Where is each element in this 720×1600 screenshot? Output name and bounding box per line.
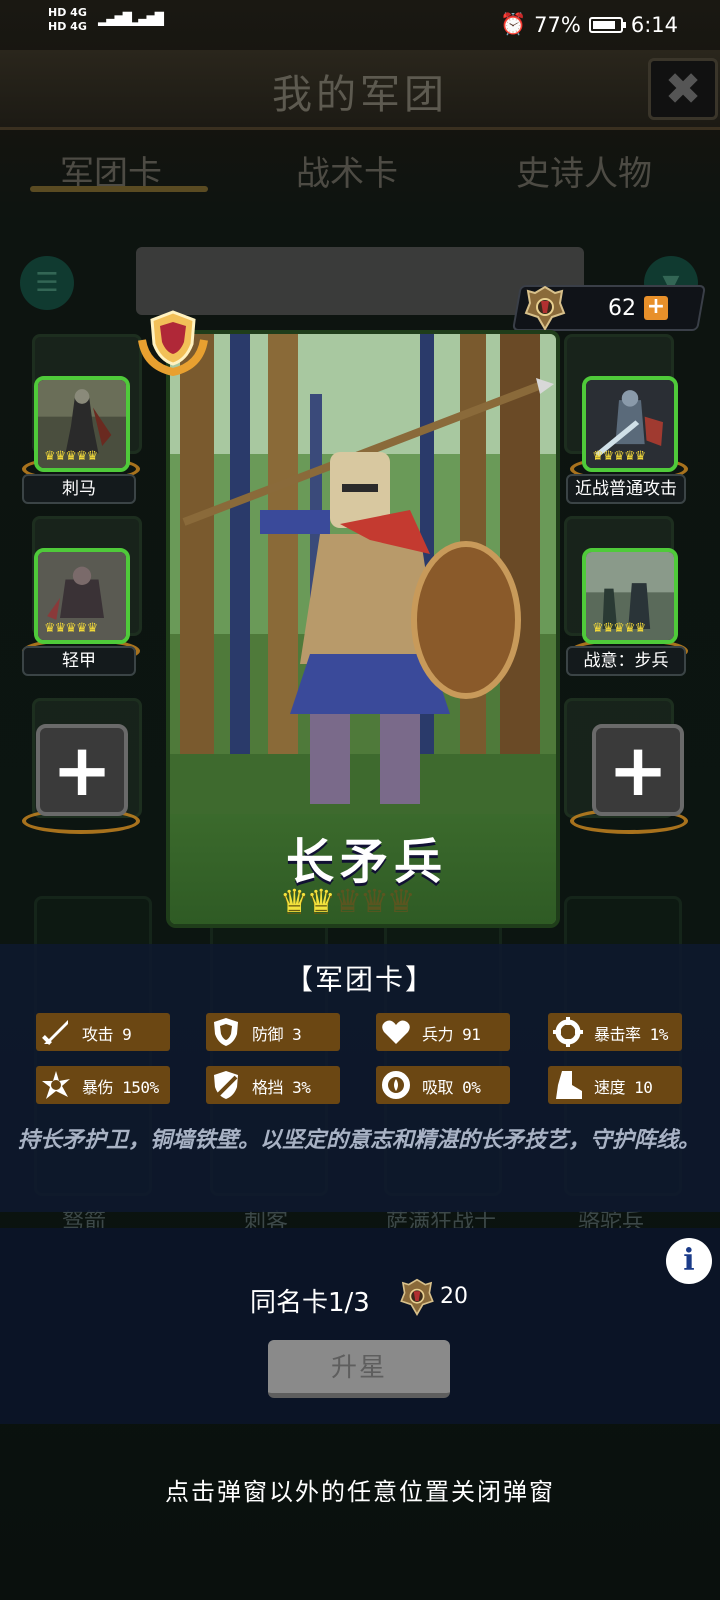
unit-card[interactable]: 长矛兵 ♛♛♛♛♛	[166, 330, 560, 928]
add-skill-button-left[interactable]: +	[36, 724, 128, 816]
list-icon: ☰	[35, 268, 59, 298]
skill-crowns: ♛♛♛♛♛	[44, 449, 98, 464]
clock: 6:14	[630, 12, 678, 37]
stat-block-text: 格挡 3%	[252, 1078, 311, 1097]
stat-defense: 防御 3	[206, 1013, 340, 1051]
skill-crowns: ♛♛♛♛♛	[592, 621, 646, 636]
info-icon: i	[683, 1243, 695, 1278]
network-indicator: HD 4G HD 4G	[48, 6, 87, 34]
signal-icon: ▂▄▆█	[98, 12, 132, 26]
burst-icon	[42, 1071, 70, 1099]
boot-icon	[556, 1071, 582, 1099]
battery-percent: 77%	[534, 12, 581, 37]
card-stars-empty: ♛♛♛	[333, 882, 415, 920]
currency-value: 62	[608, 296, 636, 321]
active-tab-indicator	[30, 186, 208, 192]
tab-tactic-cards[interactable]: 战术卡	[296, 146, 398, 195]
add-skill-button-right[interactable]: +	[592, 724, 684, 816]
skill-label-stab-horse: 刺马	[22, 474, 136, 504]
skill-crowns: ♛♛♛♛♛	[592, 449, 646, 464]
status-right: ⏰ 77% 6:14	[500, 12, 678, 37]
block-icon	[214, 1071, 238, 1099]
unit-description: 持长矛护卫，铜墙铁壁。以坚定的意志和精湛的长矛技艺，守护阵线。	[18, 1128, 701, 1153]
battery-icon	[588, 16, 626, 33]
skill-slot-stab-horse[interactable]: ♛♛♛♛♛	[34, 376, 130, 472]
network-line-2: HD 4G	[48, 20, 87, 33]
duplicate-card-count: 同名卡1/3	[250, 1288, 370, 1318]
card-stars-filled: ♛♛	[280, 882, 335, 920]
skill-slot-light-armor[interactable]: ♛♛♛♛♛	[34, 548, 130, 644]
close-popup-hint: 点击弹窗以外的任意位置关闭弹窗	[165, 1478, 555, 1506]
stat-attack-text: 攻击 9	[82, 1025, 132, 1044]
close-icon: ✖	[664, 63, 702, 115]
list-menu-button[interactable]: ☰	[20, 256, 74, 310]
upgrade-star-button[interactable]: 升星	[268, 1340, 450, 1398]
alarm-icon: ⏰	[499, 12, 527, 36]
sword-icon	[42, 1020, 68, 1045]
heart-icon	[382, 1020, 410, 1044]
card-star-rating: ♛♛♛♛♛	[280, 882, 415, 920]
stat-crit-damage-text: 暴伤 150%	[82, 1078, 159, 1097]
crest-icon	[524, 285, 566, 331]
skill-label-battle-will: 战意：步兵	[566, 646, 686, 676]
stat-drain-text: 吸取 0%	[422, 1078, 481, 1097]
skill-slot-melee-attack[interactable]: ♛♛♛♛♛	[582, 376, 678, 472]
status-bar: HD 4G HD 4G ▂▄▆█ ▂▄▆█ ⏰ 77% 6:14	[0, 0, 720, 50]
close-button[interactable]: ✖	[648, 58, 718, 120]
skill-crowns: ♛♛♛♛♛	[44, 621, 98, 636]
drain-icon	[382, 1071, 410, 1099]
network-line-1: HD 4G	[48, 6, 87, 19]
shield-icon	[214, 1018, 238, 1046]
popup-title: 【军团卡】	[284, 963, 435, 996]
crest-icon	[400, 1278, 434, 1316]
skill-label-melee-attack: 近战普通攻击	[566, 474, 686, 504]
signal-icon-2: ▂▄▆█	[130, 12, 164, 26]
currency-add-button[interactable]: +	[644, 296, 668, 320]
stat-drain: 吸取 0%	[376, 1066, 510, 1104]
stat-speed-text: 速度 10	[594, 1078, 653, 1097]
stat-troops: 兵力 91	[376, 1013, 510, 1051]
skill-slot-battle-will[interactable]: ♛♛♛♛♛	[582, 548, 678, 644]
stat-block: 格挡 3%	[206, 1066, 340, 1104]
skill-label-light-armor: 轻甲	[22, 646, 136, 676]
stat-crit-damage: 暴伤 150%	[36, 1066, 170, 1104]
page-title: 我的军团	[272, 72, 448, 118]
rank-shield-badge-icon	[138, 310, 208, 376]
stat-defense-text: 防御 3	[252, 1025, 302, 1044]
stat-speed: 速度 10	[548, 1066, 682, 1104]
stat-attack: 攻击 9	[36, 1013, 170, 1051]
stat-troops-text: 兵力 91	[422, 1025, 481, 1044]
upgrade-cost: 20	[440, 1284, 468, 1309]
crosshair-icon	[553, 1017, 583, 1047]
stat-crit-rate-text: 暴击率 1%	[594, 1025, 668, 1044]
info-button[interactable]: i	[666, 1238, 712, 1284]
tab-epic-characters[interactable]: 史诗人物	[516, 146, 652, 195]
stat-crit-rate: 暴击率 1%	[548, 1013, 682, 1051]
